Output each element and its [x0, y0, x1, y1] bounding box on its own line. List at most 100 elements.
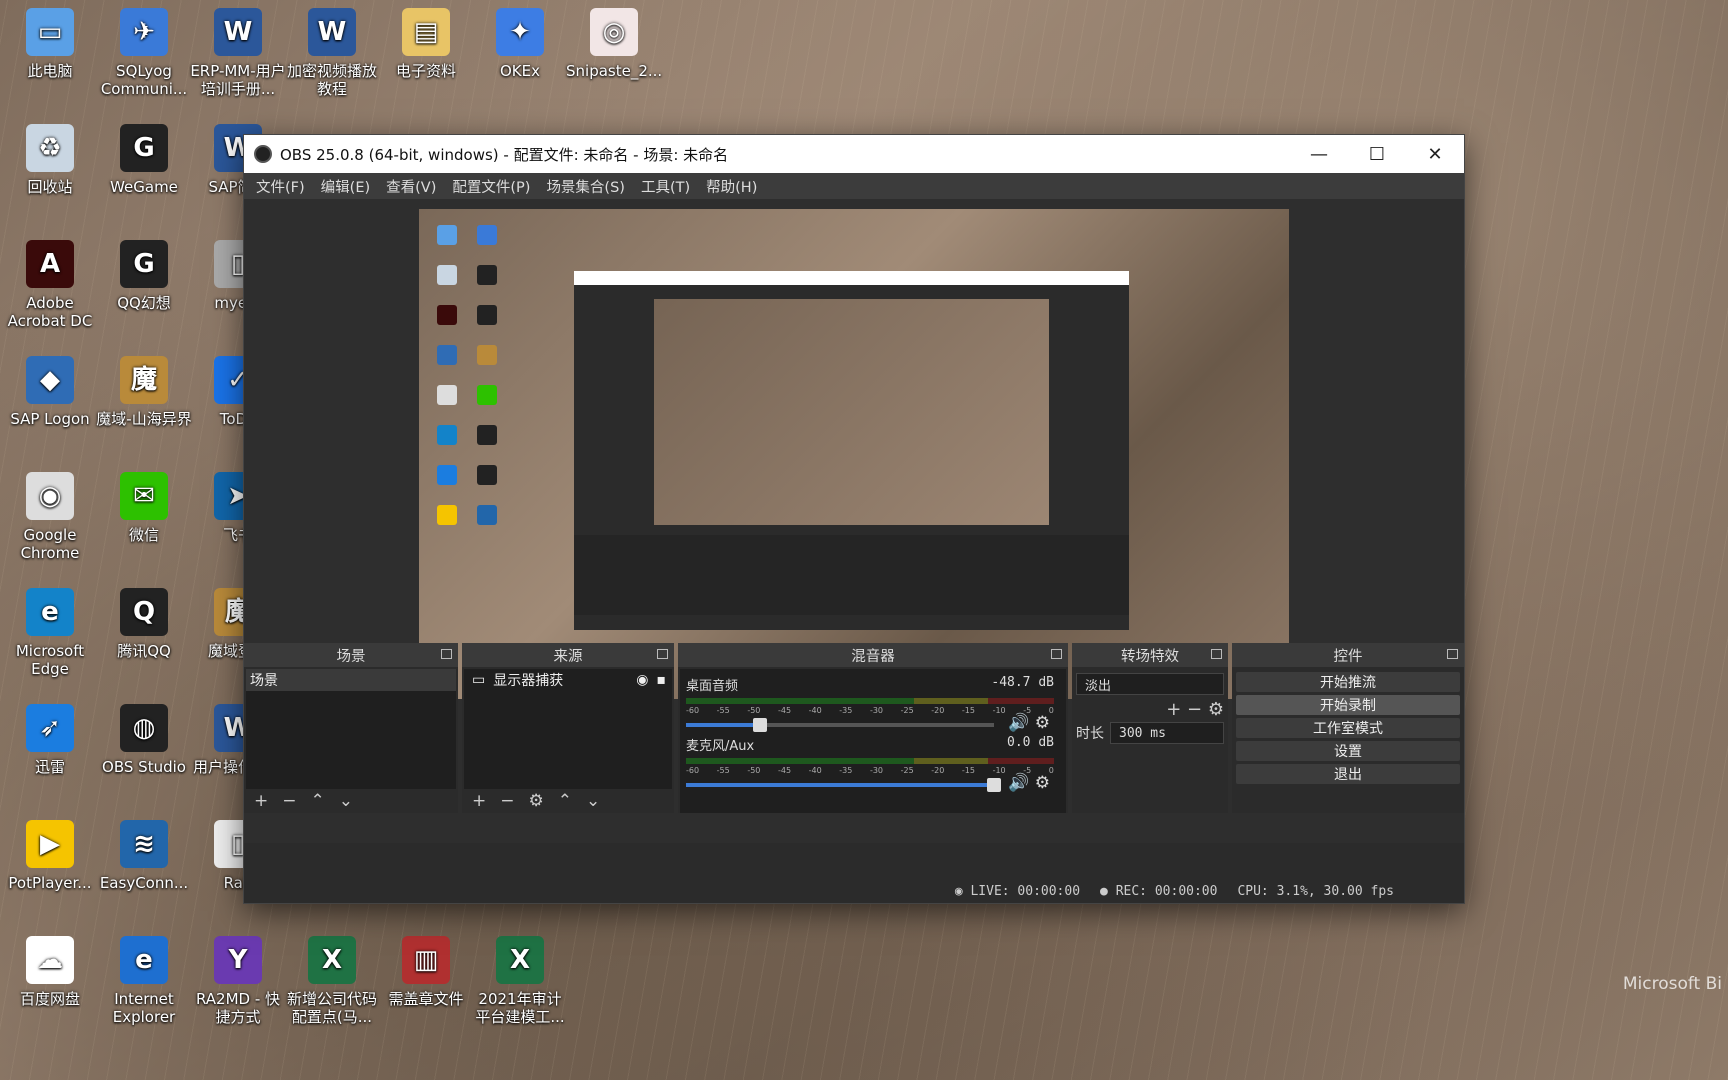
- desktop-icon[interactable]: ◎ Snipaste_2...: [566, 8, 662, 80]
- move-down-icon[interactable]: ⌄: [586, 791, 600, 811]
- volume-slider[interactable]: [686, 718, 994, 732]
- list-item[interactable]: 场景: [246, 669, 456, 691]
- gear-icon[interactable]: ⚙: [1035, 773, 1050, 793]
- preview-recursive-docks: [574, 535, 1129, 615]
- lock-icon[interactable]: ▪: [657, 672, 667, 688]
- gear-icon[interactable]: ⚙: [529, 791, 544, 811]
- source-name: 显示器捕获: [493, 673, 564, 689]
- float-icon[interactable]: [441, 649, 452, 659]
- move-up-icon[interactable]: ⌃: [558, 791, 572, 811]
- desktop-icon[interactable]: ➶ 迅雷: [2, 704, 98, 776]
- app-icon: ◉: [26, 472, 74, 520]
- desktop-icon-label: Internet Explorer: [112, 990, 176, 1026]
- list-item[interactable]: ▭ 显示器捕获 ◉ ▪: [464, 669, 672, 691]
- desktop-icon[interactable]: A Adobe Acrobat DC: [2, 240, 98, 330]
- menu-view[interactable]: 查看(V): [378, 176, 444, 197]
- float-icon[interactable]: [1447, 649, 1458, 659]
- menu-file[interactable]: 文件(F): [248, 176, 313, 197]
- start-streaming-button[interactable]: 开始推流: [1236, 672, 1460, 692]
- sources-list[interactable]: ▭ 显示器捕获 ◉ ▪: [464, 669, 672, 789]
- desktop-icon-label: Google Chrome: [20, 526, 80, 562]
- minimize-button[interactable]: —: [1290, 135, 1348, 173]
- desktop-icon[interactable]: ▶ PotPlayer...: [2, 820, 98, 892]
- transition-select[interactable]: 淡出: [1076, 673, 1224, 695]
- remove-icon[interactable]: −: [1187, 699, 1202, 720]
- desktop-icon[interactable]: ♻ 回收站: [2, 124, 98, 196]
- desktop-icon[interactable]: e Internet Explorer: [96, 936, 192, 1026]
- desktop-icon[interactable]: e Microsoft Edge: [2, 588, 98, 678]
- menu-edit[interactable]: 编辑(E): [313, 176, 378, 197]
- desktop-icon-label: 加密视频播放教程: [286, 62, 377, 98]
- desktop-icon-label: 2021年审计平台建模工...: [475, 990, 565, 1026]
- desktop-icon[interactable]: ▭ 此电脑: [2, 8, 98, 80]
- desktop-icon-label: EasyConn...: [99, 874, 189, 892]
- add-icon[interactable]: +: [472, 791, 486, 811]
- app-icon: X: [496, 936, 544, 984]
- desktop-icon[interactable]: ◆ SAP Logon: [2, 356, 98, 428]
- obs-window: OBS 25.0.8 (64-bit, windows) - 配置文件: 未命名…: [244, 135, 1464, 903]
- preview-canvas[interactable]: [419, 209, 1289, 699]
- desktop-icon-label: ERP-MM-用户培训手册...: [190, 62, 286, 98]
- gear-icon[interactable]: ⚙: [1208, 699, 1224, 720]
- desktop-icon[interactable]: ✈ SQLyog Communi...: [96, 8, 192, 98]
- desktop-icon[interactable]: ☁ 百度网盘: [2, 936, 98, 1008]
- desktop-icon[interactable]: ✉ 微信: [96, 472, 192, 544]
- desktop-icon[interactable]: W 加密视频播放教程: [284, 8, 380, 98]
- controls-dock: 控件 开始推流 开始录制 工作室模式 设置 退出: [1232, 643, 1464, 813]
- desktop-icon[interactable]: G WeGame: [96, 124, 192, 196]
- scenes-title: 场景: [336, 648, 366, 665]
- move-down-icon[interactable]: ⌄: [339, 791, 353, 811]
- obs-logo-icon: [254, 145, 272, 163]
- tick-label: -30: [869, 706, 884, 715]
- start-recording-button[interactable]: 开始录制: [1236, 695, 1460, 715]
- add-icon[interactable]: +: [254, 791, 268, 811]
- speaker-icon[interactable]: 🔊: [1008, 713, 1029, 733]
- float-icon[interactable]: [1211, 649, 1222, 659]
- desktop-icon[interactable]: Y RA2MD - 快捷方式: [190, 936, 286, 1026]
- desktop-icon[interactable]: Q 腾讯QQ: [96, 588, 192, 660]
- menu-profile[interactable]: 配置文件(P): [444, 176, 538, 197]
- maximize-button[interactable]: ☐: [1348, 135, 1406, 173]
- title-bar[interactable]: OBS 25.0.8 (64-bit, windows) - 配置文件: 未命名…: [244, 135, 1464, 173]
- eye-icon[interactable]: ◉: [636, 672, 648, 688]
- add-icon[interactable]: +: [1166, 699, 1181, 720]
- app-icon: ▤: [402, 8, 450, 56]
- gear-icon[interactable]: ⚙: [1035, 713, 1050, 733]
- mixer-title: 混音器: [851, 648, 895, 665]
- desktop-icon[interactable]: 魔魔域-山海异界: [96, 356, 192, 428]
- app-icon: ▶: [26, 820, 74, 868]
- desktop-icon[interactable]: X 2021年审计平台建模工...: [472, 936, 568, 1026]
- menu-scene-collection[interactable]: 场景集合(S): [538, 176, 633, 197]
- scenes-dock: 场景 场景 + − ⌃ ⌄: [244, 643, 458, 813]
- desktop-icon[interactable]: ≋ EasyConn...: [96, 820, 192, 892]
- move-up-icon[interactable]: ⌃: [311, 791, 325, 811]
- monitor-icon: ▭: [472, 672, 486, 688]
- mixer-dock: 混音器 桌面音频 -48.7 dB -60 -55 -50 -45 -40 -35 -30 -…: [678, 643, 1068, 813]
- volume-slider[interactable]: [686, 778, 1001, 792]
- desktop-icon[interactable]: ✦ OKEx: [472, 8, 568, 80]
- remove-icon[interactable]: −: [500, 791, 514, 811]
- tick-label: -40: [808, 706, 822, 715]
- desktop-icon[interactable]: X 新增公司代码配置点(马...: [284, 936, 380, 1026]
- float-icon[interactable]: [657, 649, 668, 659]
- exit-button[interactable]: 退出: [1236, 764, 1460, 784]
- menu-tools[interactable]: 工具(T): [633, 176, 698, 197]
- desktop-icon[interactable]: ◍ OBS Studio: [96, 704, 192, 776]
- desktop-icon[interactable]: ▤ 电子资料: [378, 8, 474, 80]
- desktop-icon-label: 此电脑: [27, 62, 73, 80]
- app-icon: Q: [120, 588, 168, 636]
- close-button[interactable]: ✕: [1406, 135, 1464, 173]
- menu-help[interactable]: 帮助(H): [698, 176, 765, 197]
- desktop-icon[interactable]: G QQ幻想: [96, 240, 192, 312]
- desktop-icon[interactable]: ▥ 需盖章文件: [378, 936, 474, 1008]
- settings-button[interactable]: 设置: [1236, 741, 1460, 761]
- speaker-icon[interactable]: 🔊: [1008, 773, 1029, 793]
- studio-mode-button[interactable]: 工作室模式: [1236, 718, 1460, 738]
- float-icon[interactable]: [1051, 649, 1062, 659]
- app-icon: W: [214, 8, 262, 56]
- duration-field[interactable]: 300 ms: [1110, 722, 1224, 744]
- desktop-icon[interactable]: ◉ Google Chrome: [2, 472, 98, 562]
- desktop-icon[interactable]: W ERP-MM-用户培训手册...: [190, 8, 286, 98]
- scenes-list[interactable]: 场景: [246, 669, 456, 789]
- remove-icon[interactable]: −: [282, 791, 296, 811]
